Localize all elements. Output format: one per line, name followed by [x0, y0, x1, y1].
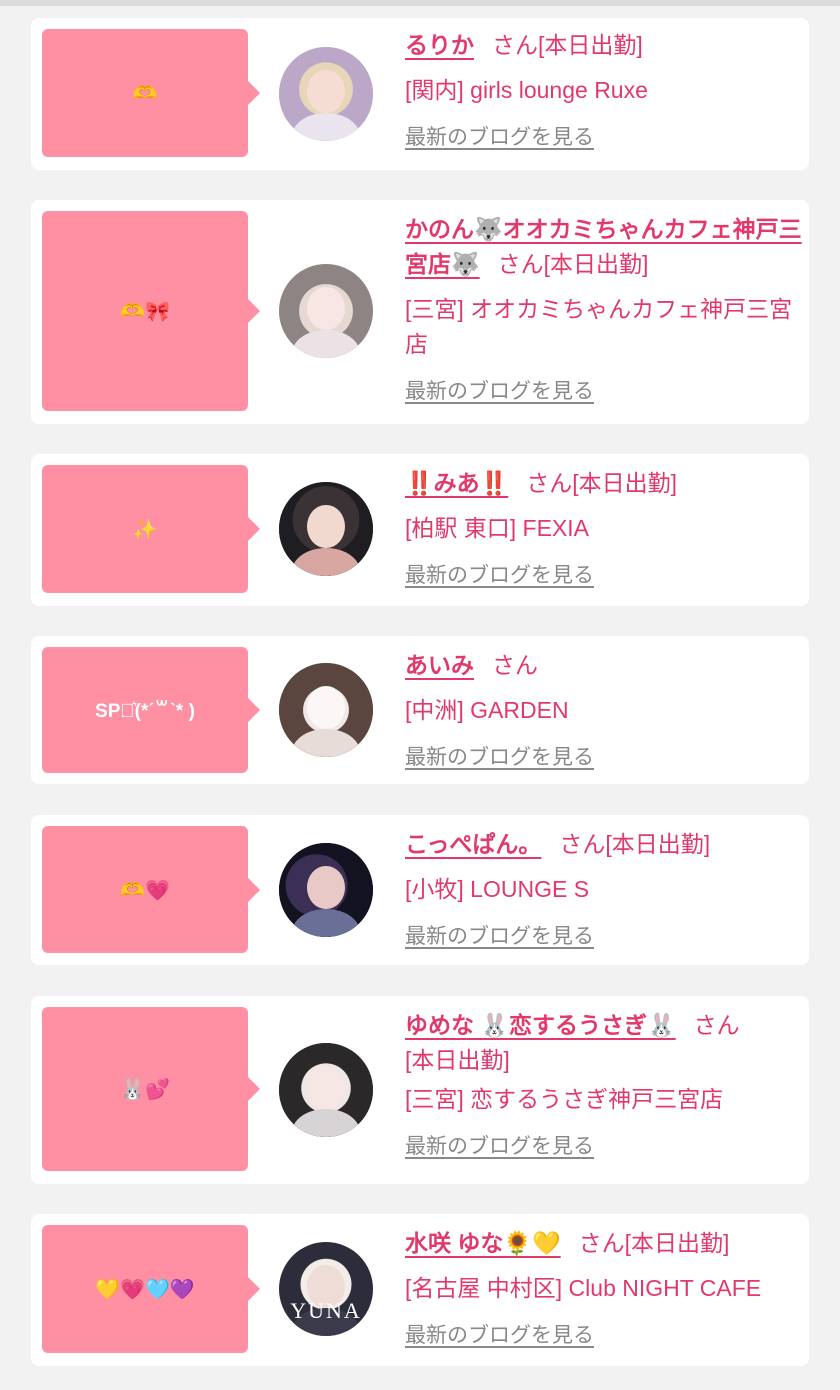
comment-bubble: SP⋆͛(*ˊ꒳ˋ* ) [42, 647, 248, 773]
status-text: [本日出勤] [605, 831, 711, 857]
cast-name-link[interactable]: こっぺぱん。 [405, 831, 541, 857]
honorific: さん [693, 1012, 740, 1038]
cast-card: 🐰💕 ゆめな 🐰恋するうさぎ🐰 さん [本日出勤] [三宮] 恋するうさぎ神戸三宮店… [31, 996, 809, 1184]
avatar[interactable] [279, 663, 373, 757]
store-text: [三宮] オオカミちゃんカフェ神戸三宮店 [405, 296, 793, 357]
honorific: さん [578, 1230, 625, 1256]
avatar-caption: YUNA [290, 1298, 362, 1323]
avatar[interactable] [279, 1043, 373, 1137]
honorific: さん [492, 652, 538, 678]
comment-bubble: 🫶 [42, 29, 248, 157]
comment-bubble: ✨ [42, 465, 248, 593]
cast-card: 🫶🎀 かのん🐺オオカミちゃんカフェ神戸三宮店🐺 さん[本日出勤] [三宮] オオカ… [31, 200, 809, 424]
top-divider [0, 0, 840, 6]
comment-bubble: 🫶💗 [42, 826, 248, 953]
comment-text: ✨ [132, 517, 158, 541]
store-text: [三宮] 恋するうさぎ神戸三宮店 [405, 1086, 724, 1112]
store-text: [小牧] LOUNGE S [405, 876, 590, 902]
blog-link[interactable]: 最新のブログを見る [405, 1129, 803, 1164]
blog-link[interactable]: 最新のブログを見る [405, 120, 803, 155]
avatar[interactable]: YUNA [279, 1242, 373, 1336]
comment-bubble: 🐰💕 [42, 1007, 248, 1171]
cast-card: 💛💗🩵💜 YUNA 水咲 ゆな🌻💛 さん[本日出勤] [名古屋 中村区] Club… [31, 1214, 809, 1366]
cast-name-link[interactable]: ゆめな 🐰恋するうさぎ🐰 [405, 1012, 676, 1038]
comment-text: 💛💗🩵💜 [95, 1277, 195, 1301]
cast-name-link[interactable]: あいみ [405, 652, 474, 678]
avatar[interactable] [279, 843, 373, 937]
cast-card: 🫶 るりか さん[本日出勤] [関内] girls lounge Ruxe 最新の… [31, 18, 809, 170]
comment-bubble: 💛💗🩵💜 [42, 1225, 248, 1353]
avatar[interactable] [279, 482, 373, 576]
honorific: さん [497, 251, 544, 277]
comment-text: 🫶🎀 [120, 299, 170, 323]
blog-link[interactable]: 最新のブログを見る [405, 919, 803, 954]
avatar[interactable] [279, 264, 373, 358]
status-text: [本日出勤] [405, 1047, 510, 1073]
honorific: さん [559, 831, 606, 857]
comment-text: 🐰💕 [120, 1077, 170, 1101]
comment-bubble: 🫶🎀 [42, 211, 248, 411]
store-text: [名古屋 中村区] Club NIGHT CAFE [405, 1275, 762, 1301]
store-text: [中洲] GARDEN [405, 697, 569, 723]
store-text: [関内] girls lounge Ruxe [405, 77, 648, 103]
blog-link[interactable]: 最新のブログを見る [405, 374, 803, 409]
status-text: [本日出勤] [543, 251, 649, 277]
honorific: さん [526, 470, 573, 496]
store-text: [柏駅 東口] FEXIA [405, 515, 590, 541]
status-text: [本日出勤] [538, 32, 643, 58]
avatar[interactable] [279, 47, 373, 141]
cast-name-link[interactable]: ‼️みあ‼️ [405, 470, 508, 496]
blog-link[interactable]: 最新のブログを見る [405, 740, 803, 775]
honorific: さん [492, 32, 538, 58]
blog-link[interactable]: 最新のブログを見る [405, 558, 803, 593]
blog-link[interactable]: 最新のブログを見る [405, 1318, 803, 1353]
comment-text: SP⋆͛(*ˊ꒳ˋ* ) [95, 701, 195, 722]
status-text: [本日出勤] [624, 1230, 730, 1256]
cast-name-link[interactable]: るりか [405, 32, 474, 58]
cast-name-link[interactable]: 水咲 ゆな🌻💛 [405, 1230, 561, 1256]
cast-card: 🫶💗 こっぺぱん。 さん[本日出勤] [小牧] LOUNGE S 最新のブログを見… [31, 815, 809, 965]
comment-text: 🫶 [132, 81, 158, 105]
cast-card: SP⋆͛(*ˊ꒳ˋ* ) あいみ さん [中洲] GARDEN 最新のブログを見る [31, 636, 809, 784]
status-text: [本日出勤] [572, 470, 678, 496]
cast-card: ✨ ‼️みあ‼️ さん[本日出勤] [柏駅 東口] FEXIA 最新のブログを見る [31, 454, 809, 606]
comment-text: 🫶💗 [120, 877, 170, 902]
